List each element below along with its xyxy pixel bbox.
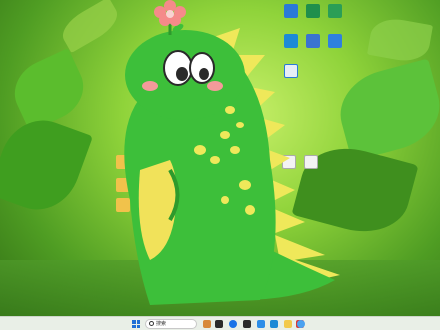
search-label: 搜索 xyxy=(156,321,167,327)
dinosaur-wallpaper-illustration xyxy=(124,0,340,305)
taskbar-app-5[interactable] xyxy=(257,320,265,328)
taskbar-app-3[interactable] xyxy=(229,320,237,328)
search-box[interactable]: 搜索 xyxy=(145,319,197,329)
taskbar-app-7[interactable] xyxy=(284,320,292,328)
taskbar-app-6[interactable] xyxy=(270,320,278,328)
taskbar-app-4[interactable] xyxy=(243,320,251,328)
start-button[interactable] xyxy=(132,320,140,328)
leaf-decoration xyxy=(0,109,93,221)
dino-eyes xyxy=(163,50,215,86)
taskbar: 搜索 xyxy=(0,316,440,330)
taskbar-app-9[interactable] xyxy=(297,320,305,328)
leaf-decoration xyxy=(4,48,94,132)
taskbar-app-1[interactable] xyxy=(203,320,211,328)
dino-cheek xyxy=(142,81,158,91)
system-tray[interactable] xyxy=(422,319,436,329)
dino-cheek xyxy=(207,81,223,91)
leaf-decoration xyxy=(366,15,434,65)
taskbar-app-2[interactable] xyxy=(215,320,223,328)
flower-decoration xyxy=(154,0,186,35)
search-icon xyxy=(149,321,154,326)
